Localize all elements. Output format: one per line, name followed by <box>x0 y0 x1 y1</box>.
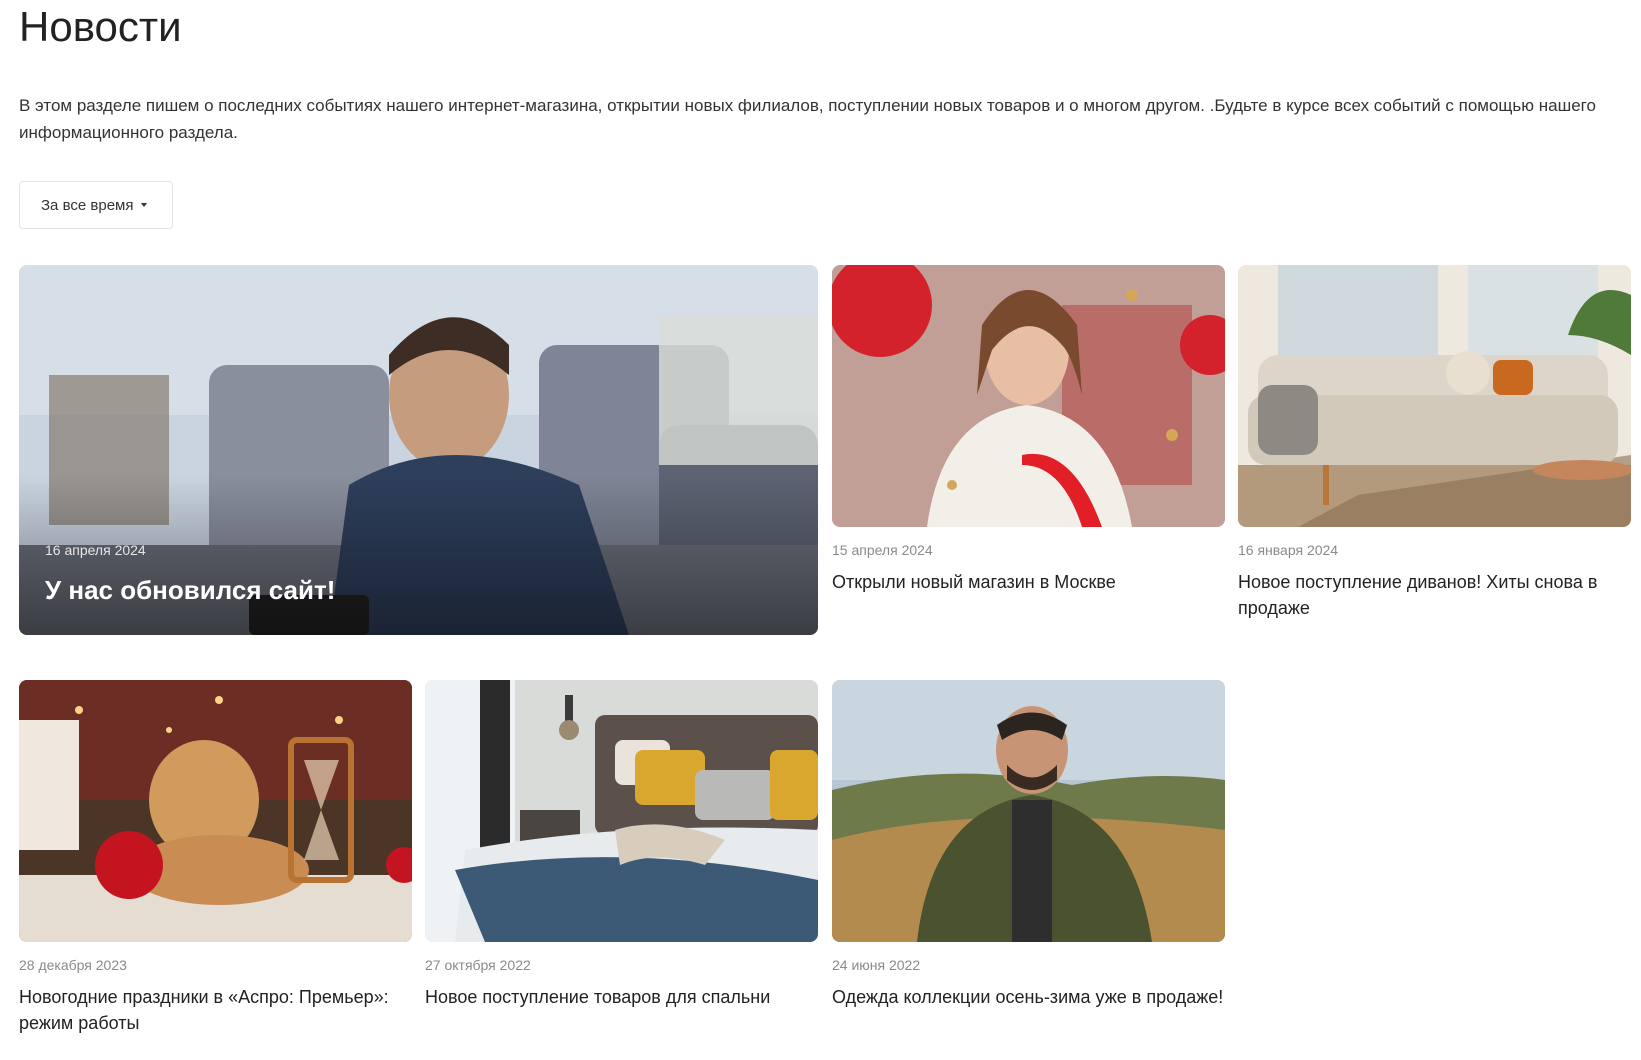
news-title[interactable]: Новогодние праздники в «Аспро: Премьер»:… <box>19 984 412 1036</box>
news-card[interactable]: 27 октября 2022 Новое поступление товаро… <box>425 680 818 1060</box>
news-card[interactable]: 15 апреля 2024 Открыли новый магазин в М… <box>832 265 1225 645</box>
news-date: 24 июня 2022 <box>832 957 921 973</box>
caret-down-icon <box>141 203 148 207</box>
period-filter-label: За все время <box>41 196 134 214</box>
news-date: 27 октября 2022 <box>425 957 531 973</box>
news-card[interactable]: 24 июня 2022 Одежда коллекции осень-зима… <box>832 680 1225 1060</box>
news-title[interactable]: У нас обновился сайт! <box>45 573 335 607</box>
news-image[interactable] <box>425 680 818 942</box>
page-title: Новости <box>19 3 182 50</box>
news-date: 16 января 2024 <box>1238 542 1339 558</box>
news-title[interactable]: Одежда коллекции осень-зима уже в продаж… <box>832 984 1225 1010</box>
news-card[interactable]: 28 декабря 2023 Новогодние праздники в «… <box>19 680 412 1060</box>
news-title[interactable]: Новое поступление товаров для спальни <box>425 984 818 1010</box>
news-date: 16 апреля 2024 <box>45 542 146 558</box>
news-date: 28 декабря 2023 <box>19 957 127 973</box>
news-image[interactable] <box>1238 265 1631 527</box>
page-intro: В этом разделе пишем о последних события… <box>19 96 1596 142</box>
news-image[interactable] <box>832 680 1225 942</box>
news-date: 15 апреля 2024 <box>832 542 933 558</box>
news-title[interactable]: Новое поступление диванов! Хиты снова в … <box>1238 569 1631 621</box>
news-card-featured[interactable]: 16 апреля 2024 У нас обновился сайт! <box>19 265 818 635</box>
news-image[interactable] <box>19 680 412 942</box>
news-card[interactable]: 16 января 2024 Новое поступление диванов… <box>1238 265 1631 645</box>
news-title[interactable]: Открыли новый магазин в Москве <box>832 569 1225 595</box>
period-filter-dropdown[interactable]: За все время <box>19 181 173 229</box>
news-image[interactable] <box>832 265 1225 527</box>
